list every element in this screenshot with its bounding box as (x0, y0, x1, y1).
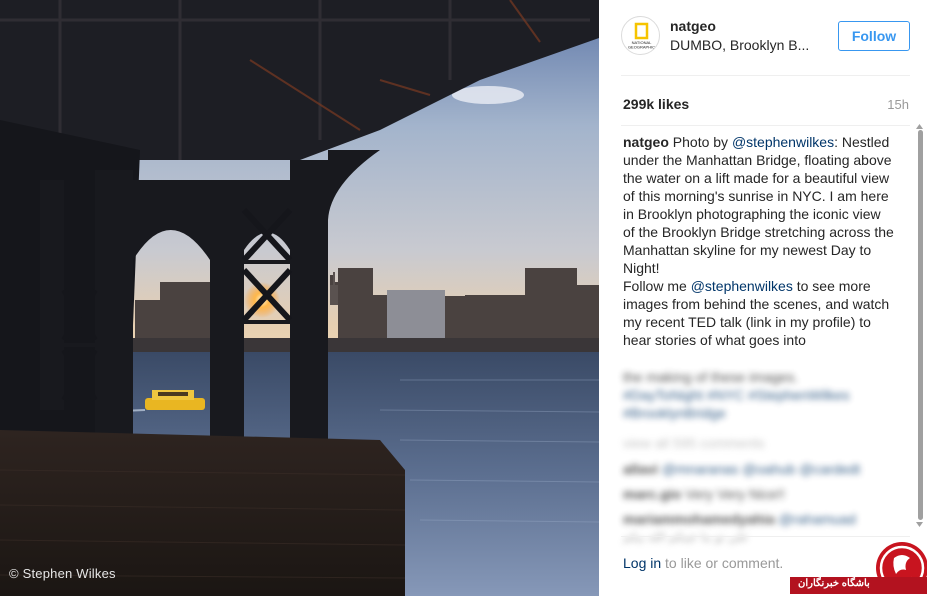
comment-text: Very Very Nice!! (681, 486, 785, 502)
likes-divider (621, 125, 910, 126)
blurred-caption-line: the making of these images. (623, 369, 799, 385)
comment-username[interactable]: mariammohamedyahia (623, 511, 775, 527)
caption-mention-1[interactable]: @stephenwilkes (732, 134, 834, 150)
comment-text: @mnaranas @oahub @cardedt (658, 461, 861, 477)
view-all-comments-link[interactable]: view all 595 comments (623, 434, 895, 452)
comment-username[interactable]: allavi (623, 461, 658, 477)
caption-mention-2[interactable]: @stephenwilkes (691, 278, 793, 294)
watermark-text: باشگاه خبرنگاران (798, 578, 870, 589)
caption-text-3: Follow me (623, 278, 691, 294)
watermark-logo: باشگاه خبرنگاران (790, 540, 927, 596)
comments-scrollbar[interactable] (915, 124, 924, 529)
follow-button[interactable]: Follow (838, 21, 910, 51)
post-location[interactable]: DUMBO, Brooklyn B... (670, 37, 809, 53)
comment-item: marc.gio Very Very Nice!! (623, 485, 895, 503)
comment-text: @rahamuad (774, 511, 856, 527)
header-divider (621, 75, 910, 76)
login-prompt: Log in to like or comment. (623, 555, 783, 571)
footer-divider (621, 536, 910, 537)
caption-username[interactable]: natgeo (623, 134, 669, 150)
avatar[interactable]: NATIONAL GEOGRAPHIC (621, 16, 660, 55)
post-photo[interactable]: © Stephen Wilkes (0, 0, 599, 596)
login-link[interactable]: Log in (623, 555, 661, 571)
comment-item: mariammohamedyahia @rahamuad (623, 510, 895, 528)
post-header: NATIONAL GEOGRAPHIC natgeo DUMBO, Brookl… (599, 0, 927, 76)
post-details-panel: NATIONAL GEOGRAPHIC natgeo DUMBO, Brookl… (599, 0, 927, 596)
login-prompt-text: to like or comment. (661, 555, 784, 571)
post-username[interactable]: natgeo (670, 18, 716, 34)
blurred-hashtags-1[interactable]: #DayToNight #NYC #StephenWilkes (623, 386, 895, 404)
post-time[interactable]: 15h (887, 97, 909, 112)
caption-text-1: Photo by (668, 134, 732, 150)
scrollbar-thumb[interactable] (918, 130, 923, 520)
blurred-hashtags-2[interactable]: #BrooklynBridge (623, 404, 895, 422)
photo-image (0, 0, 599, 596)
comment-username[interactable]: marc.gio (623, 486, 681, 502)
post-caption: natgeo Photo by @stephenwilkes: Nestled … (623, 133, 895, 349)
natgeo-logo-icon: NATIONAL GEOGRAPHIC (628, 22, 655, 50)
likes-count[interactable]: 299k likes (623, 96, 689, 112)
caption-text-2: : Nestled under the Manhattan Bridge, fl… (623, 134, 894, 276)
scroll-down-icon[interactable] (915, 521, 924, 529)
blurred-comments: the making of these images. #DayToNight … (623, 368, 895, 544)
comment-item: allavi @mnaranas @oahub @cardedt (623, 460, 895, 478)
svg-text:GEOGRAPHIC: GEOGRAPHIC (628, 45, 655, 50)
photo-credit: © Stephen Wilkes (9, 566, 116, 581)
